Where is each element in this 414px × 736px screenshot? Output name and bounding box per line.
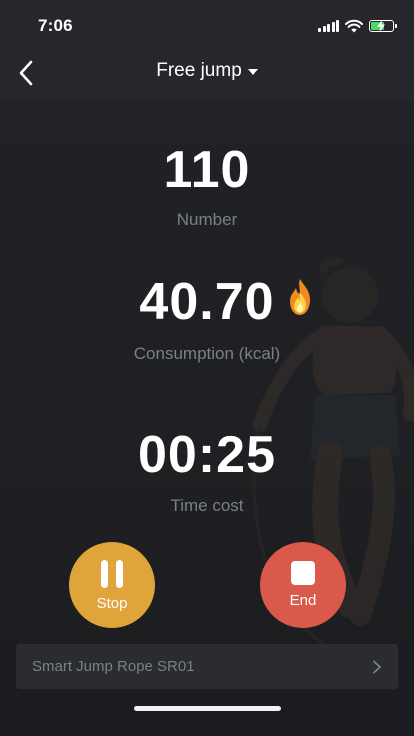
stop-button-label: Stop <box>96 595 128 612</box>
fire-icon <box>290 279 310 315</box>
page-title: Free jump <box>156 60 242 81</box>
device-name: Smart Jump Rope SR01 <box>32 658 195 675</box>
mode-selector[interactable]: Free jump <box>156 60 258 82</box>
end-button[interactable]: End <box>260 542 346 628</box>
time-cost-label: Time cost <box>170 496 244 515</box>
chevron-right-icon <box>373 660 381 673</box>
caret-down-icon <box>247 69 258 75</box>
stop-button[interactable]: Stop <box>69 542 155 628</box>
calories-label: Consumption (kcal) <box>133 344 281 363</box>
calories-value: 40.70 <box>139 273 275 331</box>
device-row[interactable]: Smart Jump Rope SR01 <box>16 644 398 689</box>
jump-count-value: 110 <box>163 141 251 199</box>
battery-icon <box>369 20 397 32</box>
navigation-bar: 7:06 Free jump <box>0 0 414 101</box>
cellular-signal-icon <box>318 20 339 32</box>
end-button-label: End <box>289 592 317 609</box>
time-cost-value: 00:25 <box>138 426 276 484</box>
status-icons <box>318 18 397 34</box>
status-time: 7:06 <box>38 16 73 35</box>
stop-square-icon <box>291 561 315 585</box>
wifi-icon <box>345 19 363 33</box>
pause-icon <box>101 560 123 588</box>
jump-session-screen: 7:06 Free jump 110 Number 40.70 Consumpt… <box>0 0 414 736</box>
jump-count-label: Number <box>176 210 238 229</box>
home-indicator[interactable] <box>134 706 281 711</box>
